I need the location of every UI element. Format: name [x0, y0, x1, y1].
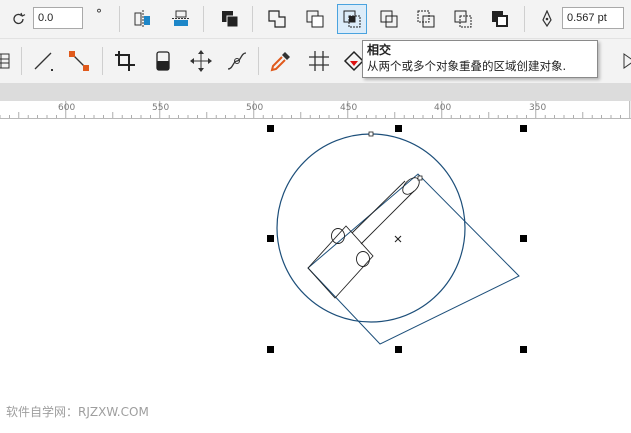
tooltip-description: 从两个或多个对象重叠的区域创建对象.	[367, 59, 567, 73]
horizontal-ruler[interactable]: 600 550 500 450 400 350	[0, 101, 631, 119]
front-minus-back-icon[interactable]	[411, 4, 441, 34]
rotate-icon	[4, 4, 34, 34]
circle-shape[interactable]	[276, 133, 466, 323]
intersect-tooltip: 相交 从两个或多个对象重叠的区域创建对象.	[362, 40, 598, 78]
separator	[119, 6, 120, 32]
separator	[524, 6, 525, 32]
weld-icon[interactable]	[262, 4, 292, 34]
separator	[258, 47, 259, 75]
create-boundary-icon[interactable]	[485, 4, 515, 34]
ruler-label: 550	[152, 103, 170, 113]
separator	[102, 47, 103, 75]
simplify-icon[interactable]	[374, 4, 404, 34]
separator	[252, 6, 253, 32]
intersect-icon[interactable]	[337, 4, 367, 34]
selection-handle[interactable]	[520, 235, 527, 242]
selection-handle[interactable]	[267, 125, 274, 132]
separator	[203, 6, 204, 32]
outline-width-field[interactable]: 0.567 pt	[562, 7, 624, 29]
degree-label: °	[96, 7, 102, 21]
rotation-angle-input[interactable]: 0.0	[33, 7, 83, 29]
ruler-label: 400	[434, 103, 452, 113]
connector-icon[interactable]	[64, 46, 94, 76]
trim-icon[interactable]	[300, 4, 330, 34]
rectangle-shape[interactable]	[307, 173, 520, 345]
docker-band	[0, 83, 631, 101]
line-tool-icon[interactable]	[28, 46, 58, 76]
ruler-label: 600	[58, 103, 76, 113]
overflow-icon[interactable]	[614, 46, 631, 76]
selection-handle[interactable]	[267, 235, 274, 242]
eyedropper-icon[interactable]	[266, 46, 296, 76]
separator	[21, 47, 22, 75]
node-handle[interactable]	[368, 131, 374, 137]
watermark: 软件自学网：RJZXW.COM	[6, 405, 149, 419]
tooltip-title: 相交	[367, 43, 392, 57]
combine-icon[interactable]	[215, 4, 245, 34]
grid-icon[interactable]	[304, 46, 334, 76]
tool-drawing[interactable]	[307, 175, 422, 299]
selection-handle[interactable]	[395, 346, 402, 353]
ruler-label: 350	[529, 103, 547, 113]
selection-handle[interactable]	[395, 125, 402, 132]
ruler-label: 450	[340, 103, 358, 113]
ruler-label: 500	[246, 103, 264, 113]
eraser-icon[interactable]	[148, 46, 178, 76]
transform-icon[interactable]	[186, 46, 216, 76]
page-icon[interactable]	[0, 46, 18, 76]
align-icon[interactable]	[128, 4, 158, 34]
curve-icon[interactable]	[222, 46, 252, 76]
selection-handle[interactable]	[267, 346, 274, 353]
crop-icon[interactable]	[110, 46, 140, 76]
property-bar: 0.0 ° 0.567 pt	[0, 0, 631, 39]
node-handle[interactable]	[417, 175, 423, 181]
drawing-canvas[interactable]	[0, 119, 631, 429]
distribute-icon[interactable]	[166, 4, 196, 34]
center-marker	[394, 235, 402, 243]
drawing-area	[267, 125, 527, 353]
selection-handle[interactable]	[520, 125, 527, 132]
selection-handle[interactable]	[520, 346, 527, 353]
pen-outline-icon	[532, 4, 562, 34]
back-minus-front-icon[interactable]	[448, 4, 478, 34]
